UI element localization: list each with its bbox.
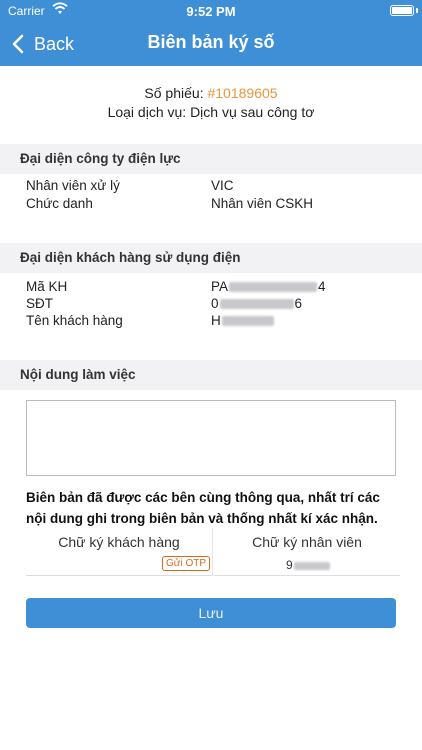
customer-code-value: PA 4	[211, 279, 326, 294]
signature-divider	[212, 528, 213, 576]
customer-code-suffix: 4	[318, 279, 326, 294]
save-button[interactable]: Lưu	[26, 598, 396, 628]
section-company-heading: Đại diện công ty điện lực	[0, 144, 422, 174]
section-work-heading: Nội dung làm việc	[0, 360, 422, 390]
customer-name-prefix: H	[211, 313, 221, 328]
header-bar: Carrier 9:52 PM Back Biên bản ký số	[0, 0, 422, 66]
service-type-value: Dịch vụ sau công tơ	[190, 104, 315, 120]
status-bar: Carrier 9:52 PM	[0, 0, 422, 22]
send-otp-button[interactable]: Gửi OTP	[161, 556, 210, 571]
customer-phone-prefix: 0	[211, 296, 219, 311]
customer-code-prefix: PA	[211, 279, 229, 294]
customer-phone-value: 06	[211, 296, 302, 311]
redacted-mask	[229, 282, 318, 293]
staff-signature-label: Chữ ký nhân viên	[252, 534, 362, 550]
battery-tip	[416, 8, 418, 13]
work-content-input[interactable]	[26, 400, 396, 476]
company-position-row: Chức danh Nhân viên CSKH	[26, 196, 406, 213]
customer-name-label: Tên khách hàng	[26, 313, 123, 328]
staff-signature-prefix: 9	[286, 558, 293, 572]
customer-phone-row: SĐT 06	[26, 296, 406, 313]
position-label: Chức danh	[26, 196, 93, 211]
customer-code-label: Mã KH	[26, 279, 68, 294]
service-type-line: Loại dịch vụ: Dịch vụ sau công tơ	[0, 103, 422, 122]
agreement-text: Biên bản đã được các bên cùng thông qua,…	[26, 490, 380, 526]
position-value: Nhân viên CSKH	[211, 196, 314, 211]
signature-underline	[214, 575, 400, 576]
company-staff-row: Nhân viên xử lý VIC	[26, 178, 406, 195]
navigation-bar: Back Biên bản ký số	[0, 22, 422, 66]
ticket-info: Số phiếu: #10189605 Loại dịch vụ: Dịch v…	[0, 84, 422, 122]
staff-value: VIC	[211, 178, 234, 193]
customer-phone-suffix: 6	[294, 296, 303, 311]
customer-code-row: Mã KH PA 4	[26, 279, 406, 296]
staff-signature-area[interactable]: Chữ ký nhân viên 9	[214, 530, 400, 576]
staff-signature-value: 9	[286, 558, 331, 572]
page-title: Biên bản ký số	[147, 32, 275, 52]
staff-label: Nhân viên xử lý	[26, 178, 120, 193]
clock: 9:52 PM	[186, 4, 236, 19]
service-type-label: Loại dịch vụ:	[107, 104, 191, 120]
ticket-number-line: Số phiếu: #10189605	[0, 84, 422, 103]
customer-name-row: Tên khách hàng H	[26, 313, 406, 330]
customer-signature-area[interactable]: Chữ ký khách hàng Gửi OTP	[26, 530, 212, 576]
ticket-number: #10189605	[207, 85, 278, 101]
ticket-number-label: Số phiếu:	[144, 85, 208, 101]
section-customer-heading: Đại diện khách hàng sử dụng điện	[0, 243, 422, 273]
customer-phone-label: SĐT	[26, 296, 53, 311]
signature-underline	[26, 575, 212, 576]
battery-icon	[390, 5, 414, 16]
customer-signature-label: Chữ ký khách hàng	[58, 534, 180, 550]
redacted-mask	[219, 299, 294, 310]
redacted-mask	[293, 561, 330, 570]
customer-name-value: H	[211, 313, 275, 328]
redacted-mask	[221, 316, 274, 327]
